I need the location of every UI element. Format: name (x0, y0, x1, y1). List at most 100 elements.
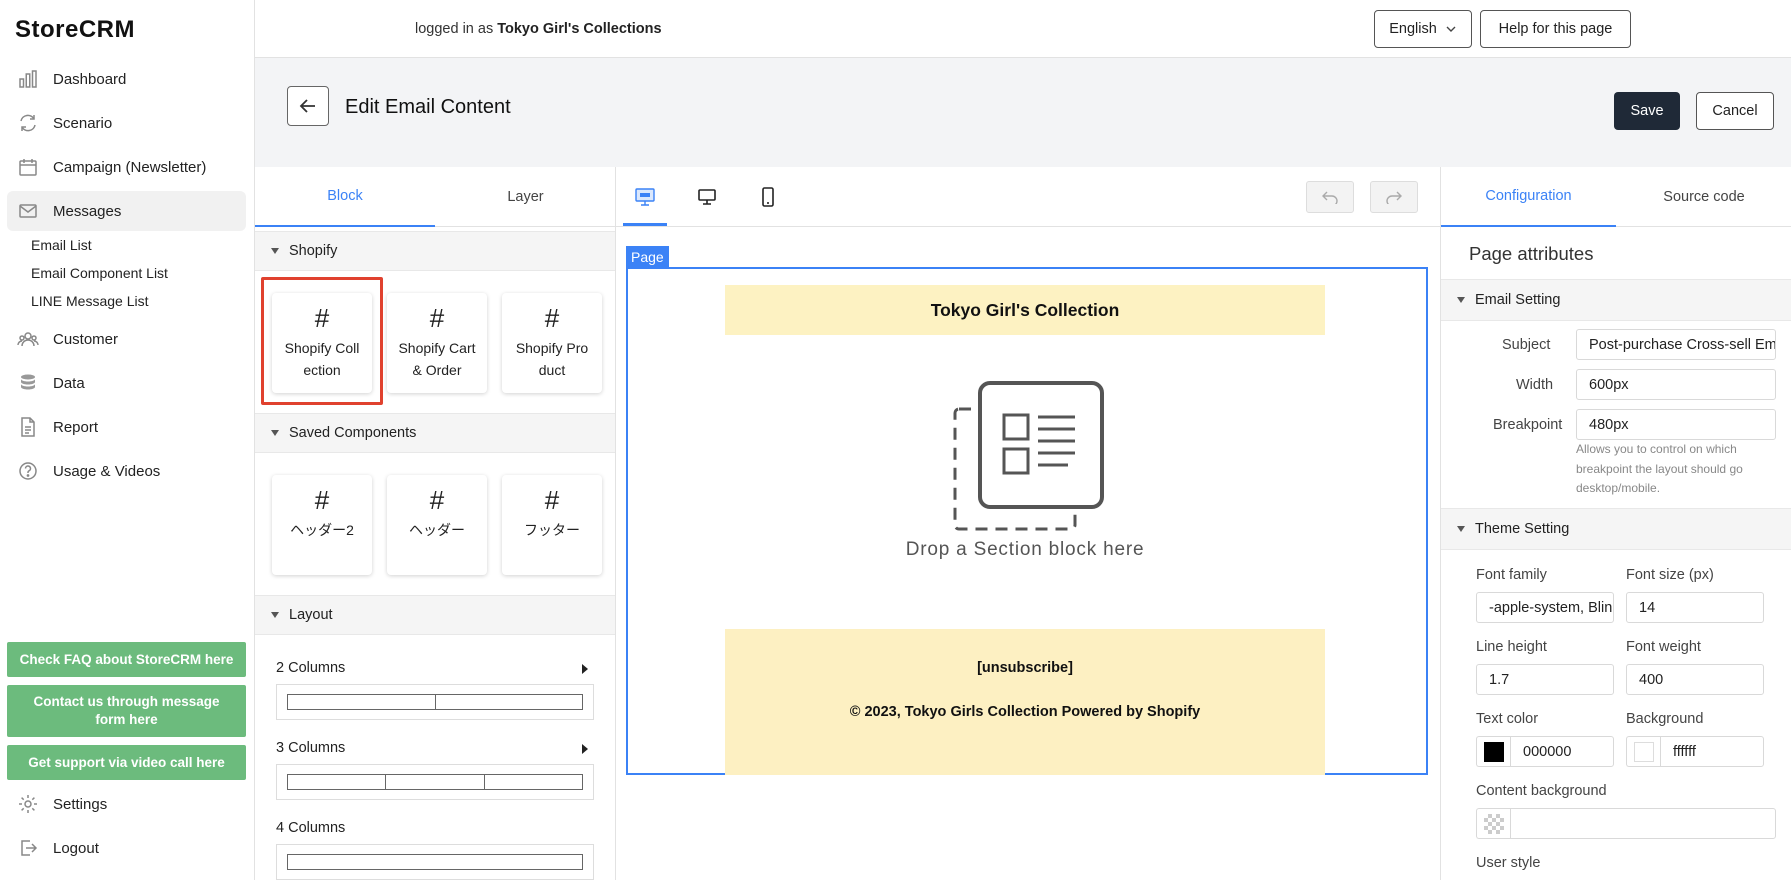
hash-icon: # (314, 303, 330, 333)
block-shopify-product[interactable]: # Shopify Product (502, 293, 602, 393)
font-size-input[interactable]: 14 (1626, 592, 1764, 623)
section-title: Layout (289, 607, 333, 623)
sidebar-item-label: Report (53, 418, 99, 436)
section-email-setting[interactable]: Email Setting (1441, 279, 1791, 321)
config-panel-tabs: Configuration Source code (1441, 167, 1791, 227)
section-theme-setting[interactable]: Theme Setting (1441, 508, 1791, 550)
database-icon (17, 372, 39, 394)
section-shopify[interactable]: Shopify (255, 231, 615, 271)
unsubscribe-link[interactable]: [unsubscribe] (725, 660, 1325, 676)
section-drop-zone[interactable]: Drop a Section block here (725, 369, 1325, 569)
topbar: logged in as Tokyo Girl's Collections En… (255, 0, 1791, 58)
hash-icon: # (314, 485, 330, 515)
tab-source-code[interactable]: Source code (1616, 167, 1791, 227)
email-canvas: Page Tokyo Girl's Collection Drop a Sect… (616, 167, 1440, 880)
layout-3-columns[interactable]: 3 Columns (276, 740, 594, 800)
sidebar-subitem-line-message-list[interactable]: LINE Message List (31, 293, 149, 309)
shop-name: Tokyo Girl's Collections (497, 21, 662, 37)
block-label: ヘッダー2 (290, 522, 354, 538)
content-background-swatch[interactable] (1476, 808, 1510, 839)
sidebar-item-report[interactable]: Report (7, 407, 246, 447)
background-label: Background (1626, 711, 1704, 727)
email-page[interactable]: Tokyo Girl's Collection Drop a Section b… (626, 267, 1428, 775)
layout-name: 4 Columns (276, 820, 346, 836)
email-header-section[interactable]: Tokyo Girl's Collection (725, 285, 1325, 335)
layout-preview (276, 764, 594, 800)
block-shopify-cart-order[interactable]: # Shopify Cart & Order (387, 293, 487, 393)
width-input[interactable]: 600px (1576, 369, 1776, 400)
sidebar-item-campaign[interactable]: Campaign (Newsletter) (7, 147, 246, 187)
sidebar-item-label: Dashboard (53, 70, 127, 88)
subject-input[interactable]: Post-purchase Cross-sell Email (1576, 329, 1776, 360)
section-saved-components[interactable]: Saved Components (255, 413, 615, 453)
layout-4-columns[interactable]: 4 Columns (276, 820, 594, 880)
envelope-icon (17, 200, 39, 222)
faq-button[interactable]: Check FAQ about StoreCRM here (7, 642, 246, 677)
block-shopify-collection[interactable]: # Shopify Collection (272, 293, 372, 393)
document-icon (17, 416, 39, 438)
config-panel: Configuration Source code Page attribute… (1440, 167, 1791, 880)
tab-configuration[interactable]: Configuration (1441, 167, 1616, 227)
font-weight-input[interactable]: 400 (1626, 664, 1764, 695)
sidebar-item-customer[interactable]: Customer (7, 319, 246, 359)
sidebar-subitem-email-list[interactable]: Email List (31, 237, 92, 253)
sidebar-item-messages[interactable]: Messages (7, 191, 246, 231)
block-saved-header2[interactable]: # ヘッダー2 (272, 475, 372, 575)
block-label: Shopify Product (515, 340, 589, 378)
sidebar-item-dashboard[interactable]: Dashboard (7, 59, 246, 99)
redo-button[interactable] (1370, 181, 1418, 213)
app-logo: StoreCRM (15, 16, 136, 43)
breakpoint-hint: Allows you to control on which breakpoin… (1576, 442, 1743, 495)
arrow-left-icon (299, 99, 315, 113)
breakpoint-input[interactable]: 480px (1576, 409, 1776, 440)
text-color-input[interactable]: 000000 (1510, 736, 1614, 767)
breakpoint-label: Breakpoint (1493, 417, 1563, 433)
mobile-view-icon[interactable] (756, 185, 780, 209)
content-background-label: Content background (1476, 783, 1607, 799)
block-saved-header[interactable]: # ヘッダー (387, 475, 487, 575)
sidebar-item-data[interactable]: Data (7, 363, 246, 403)
sidebar: StoreCRM Dashboard Scenario Campaign (Ne… (0, 0, 255, 880)
contact-form-button[interactable]: Contact us through message form here (7, 685, 246, 737)
undo-button[interactable] (1306, 181, 1354, 213)
email-footer-section[interactable]: [unsubscribe] © 2023, Tokyo Girls Collec… (725, 629, 1325, 775)
tab-block[interactable]: Block (255, 167, 435, 227)
page-tag: Page (626, 246, 669, 267)
canvas-toolbar (616, 167, 1440, 227)
content-background-input[interactable] (1510, 808, 1776, 839)
back-button[interactable] (287, 86, 329, 126)
sidebar-item-label: Usage & Videos (53, 462, 161, 480)
video-support-button[interactable]: Get support via video call here (7, 745, 246, 780)
width-label: Width (1516, 377, 1554, 393)
line-height-input[interactable]: 1.7 (1476, 664, 1614, 695)
background-color-input[interactable]: ffffff (1660, 736, 1764, 767)
layout-placeholder-icon (953, 381, 1104, 531)
hash-icon: # (544, 485, 560, 515)
block-saved-footer[interactable]: # フッター (502, 475, 602, 575)
sidebar-item-scenario[interactable]: Scenario (7, 103, 246, 143)
help-page-button[interactable]: Help for this page (1480, 10, 1631, 48)
text-color-swatch[interactable] (1476, 736, 1510, 767)
sidebar-item-logout[interactable]: Logout (7, 828, 246, 868)
background-color-swatch[interactable] (1626, 736, 1660, 767)
sidebar-item-usage-videos[interactable]: Usage & Videos (7, 451, 246, 491)
tab-layer[interactable]: Layer (435, 167, 615, 227)
section-title: Shopify (289, 243, 338, 259)
page-attributes-title: Page attributes (1469, 243, 1594, 264)
sidebar-subitem-email-component-list[interactable]: Email Component List (31, 265, 168, 281)
font-family-input[interactable]: -apple-system, BlinkMacSystemFont (1476, 592, 1614, 623)
login-status: logged in as Tokyo Girl's Collections (415, 21, 662, 37)
desktop-view-icon[interactable] (695, 185, 719, 209)
fullscreen-view-icon[interactable] (633, 185, 657, 209)
section-layout[interactable]: Layout (255, 595, 615, 635)
sidebar-item-label: Data (53, 374, 85, 392)
language-select[interactable]: English (1374, 10, 1472, 48)
layout-2-columns[interactable]: 2 Columns (276, 660, 594, 720)
font-family-label: Font family (1476, 567, 1547, 583)
subject-label: Subject (1502, 337, 1551, 353)
undo-icon (1322, 191, 1338, 204)
login-prefix: logged in as (415, 21, 494, 37)
cancel-button[interactable]: Cancel (1696, 92, 1774, 130)
sidebar-item-settings[interactable]: Settings (7, 784, 246, 824)
save-button[interactable]: Save (1614, 92, 1680, 130)
